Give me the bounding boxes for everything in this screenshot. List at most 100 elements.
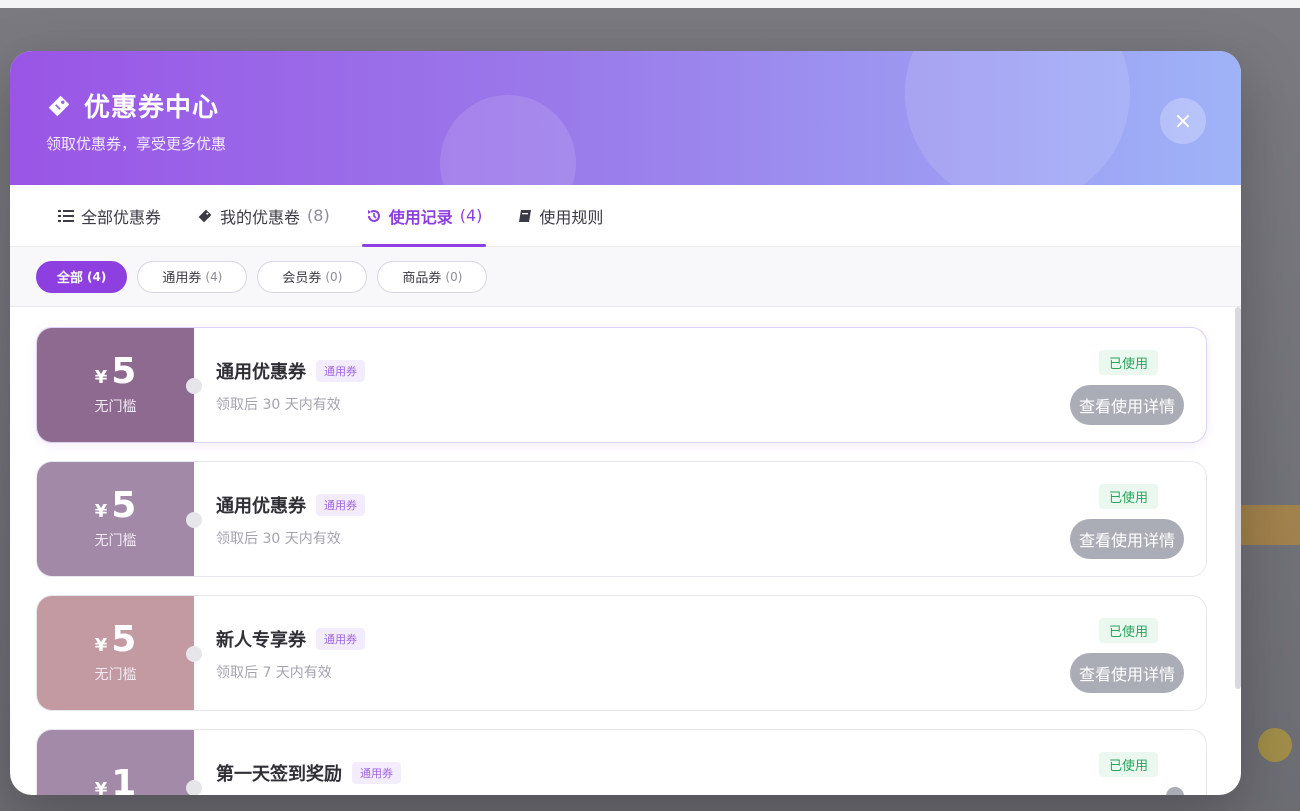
coupon-amount: ¥ 5 — [95, 488, 137, 524]
coupon-card: ¥ 5 无门槛 通用优惠券 通用券 领取后 30 天内有效 已使用 查看使用详情 — [36, 327, 1207, 443]
coupon-info: 通用优惠券 通用券 领取后 30 天内有效 — [194, 462, 1046, 576]
chip-label: 商品券 — [402, 271, 442, 286]
chip-label: 全部 — [57, 271, 84, 286]
backdrop-topbar — [0, 0, 1300, 8]
chip-count: (0) — [445, 269, 463, 284]
coupon-condition: 无门槛 — [94, 667, 137, 683]
close-button[interactable]: × — [1160, 98, 1206, 144]
coupon-card: ¥ 5 无门槛 通用优惠券 通用券 领取后 30 天内有效 已使用 查看使用详情 — [36, 461, 1207, 577]
coupon-condition: 无门槛 — [94, 533, 137, 549]
coupon-name: 通用优惠券 — [216, 496, 306, 517]
tab-my-coupons[interactable]: 我的优惠卷 (8) — [179, 185, 348, 247]
header-decoration — [905, 51, 1130, 185]
filter-bar: 全部 (4) 通用券 (4) 会员券 (0) 商品券 (0) — [10, 247, 1241, 307]
coupon-amount: ¥ 5 — [95, 354, 137, 390]
view-usage-details-button[interactable] — [1166, 787, 1184, 795]
tab-label: 使用记录 — [388, 207, 453, 227]
modal-subtitle: 领取优惠券，享受更多优惠 — [46, 135, 227, 153]
filter-chip-member[interactable]: 会员券 (0) — [257, 260, 368, 293]
title-row: 优惠券中心 — [46, 87, 219, 124]
currency-symbol: ¥ — [94, 501, 108, 522]
amount-value: 5 — [111, 619, 137, 660]
history-icon — [366, 208, 382, 224]
tab-bar: 全部优惠券 我的优惠卷 (8) 使用记录 (4) 使用规则 — [10, 185, 1241, 247]
status-badge: 已使用 — [1098, 618, 1158, 643]
coupon-notch — [186, 780, 202, 795]
tab-count: (8) — [307, 206, 330, 225]
coupon-type-tag: 通用券 — [316, 628, 365, 650]
coupon-actions: 已使用 查看使用详情 — [1046, 462, 1206, 576]
chip-label: 会员券 — [282, 271, 322, 286]
coupon-actions: 已使用 查看使用详情 — [1046, 328, 1206, 442]
tab-usage-history[interactable]: 使用记录 (4) — [348, 185, 501, 247]
amount-value: 1 — [111, 763, 137, 796]
coupon-list: ¥ 5 无门槛 通用优惠券 通用券 领取后 30 天内有效 已使用 查看使用详情 — [10, 307, 1241, 795]
modal-header: 优惠券中心 领取优惠券，享受更多优惠 × — [10, 51, 1241, 185]
tab-count: (4) — [459, 206, 483, 225]
coupon-name-row: 新人专享券 通用券 — [216, 626, 1046, 652]
coupon-actions: 已使用 — [1046, 730, 1206, 795]
amount-value: 5 — [111, 351, 137, 392]
status-badge: 已使用 — [1098, 350, 1158, 375]
coupon-name: 通用优惠券 — [216, 362, 306, 383]
chip-count: (0) — [325, 269, 343, 284]
view-usage-details-button[interactable]: 查看使用详情 — [1069, 653, 1184, 693]
tab-label: 使用规则 — [539, 207, 604, 227]
coupon-value-panel: ¥ 5 无门槛 — [37, 328, 194, 442]
backdrop-float-button — [1258, 728, 1292, 762]
coupon-type-tag: 通用券 — [316, 360, 365, 382]
coupon-notch — [186, 512, 202, 528]
currency-symbol: ¥ — [94, 367, 108, 388]
close-icon: × — [1173, 108, 1193, 134]
coupon-value-panel: ¥ 5 无门槛 — [37, 596, 194, 710]
status-badge: 已使用 — [1098, 484, 1158, 509]
coupon-type-tag: 通用券 — [316, 494, 365, 516]
filter-chip-all[interactable]: 全部 (4) — [36, 260, 128, 293]
book-icon — [518, 209, 532, 223]
coupon-name-row: 通用优惠券 通用券 — [216, 492, 1046, 518]
ticket-icon — [46, 93, 72, 119]
coupon-amount: ¥ 1 — [94, 763, 137, 796]
coupon-name: 第一天签到奖励 — [216, 764, 342, 785]
view-usage-details-button[interactable]: 查看使用详情 — [1069, 385, 1184, 425]
modal-title: 优惠券中心 — [84, 93, 220, 123]
coupon-validity: 领取后 30 天内有效 — [216, 531, 341, 547]
amount-value: 5 — [111, 485, 137, 526]
coupon-validity: 领取后 30 天内有效 — [216, 397, 341, 413]
tab-label: 我的优惠卷 — [220, 207, 301, 227]
tab-usage-rules[interactable]: 使用规则 — [500, 185, 621, 247]
list-icon — [58, 209, 74, 223]
currency-symbol: ¥ — [94, 635, 108, 656]
coupon-card: ¥ 5 无门槛 新人专享券 通用券 领取后 7 天内有效 已使用 查看使用详情 — [36, 595, 1207, 711]
coupon-amount: ¥ 5 — [95, 622, 137, 658]
chip-label: 通用券 — [162, 271, 202, 286]
tab-all-coupons[interactable]: 全部优惠券 — [40, 185, 179, 247]
coupon-notch — [186, 378, 202, 394]
coupon-name-row: 通用优惠券 通用券 — [216, 358, 1046, 384]
coupon-type-tag: 通用券 — [352, 762, 401, 784]
coupon-notch — [186, 646, 202, 662]
coupon-actions: 已使用 查看使用详情 — [1046, 596, 1206, 710]
coupon-center-modal: 优惠券中心 领取优惠券，享受更多优惠 × 全部优惠券 我的优惠卷 (8) 使用记… — [10, 51, 1241, 795]
coupon-value-panel: ¥ 5 无门槛 — [37, 462, 194, 576]
coupon-card: ¥ 1 第一天签到奖励 通用券 已使用 — [36, 729, 1207, 795]
coupon-name-row: 第一天签到奖励 通用券 — [216, 760, 1046, 786]
filter-chip-general[interactable]: 通用券 (4) — [137, 260, 248, 293]
coupon-info: 通用优惠券 通用券 领取后 30 天内有效 — [194, 328, 1046, 442]
chip-count: (4) — [205, 269, 223, 284]
coupon-name: 新人专享券 — [216, 630, 306, 651]
status-badge: 已使用 — [1098, 752, 1158, 777]
coupon-condition: 无门槛 — [94, 399, 137, 415]
currency-symbol: ¥ — [94, 779, 108, 795]
filter-chip-product[interactable]: 商品券 (0) — [377, 260, 488, 293]
chip-count: (4) — [87, 269, 107, 284]
coupon-info: 第一天签到奖励 通用券 — [194, 730, 1046, 795]
scrollbar[interactable] — [1235, 307, 1241, 689]
ticket-icon — [197, 208, 213, 224]
tab-label: 全部优惠券 — [81, 207, 162, 227]
view-usage-details-button[interactable]: 查看使用详情 — [1069, 519, 1184, 559]
coupon-value-panel: ¥ 1 — [37, 730, 194, 795]
coupon-info: 新人专享券 通用券 领取后 7 天内有效 — [194, 596, 1046, 710]
coupon-validity: 领取后 7 天内有效 — [216, 665, 332, 681]
header-decoration — [440, 95, 576, 185]
